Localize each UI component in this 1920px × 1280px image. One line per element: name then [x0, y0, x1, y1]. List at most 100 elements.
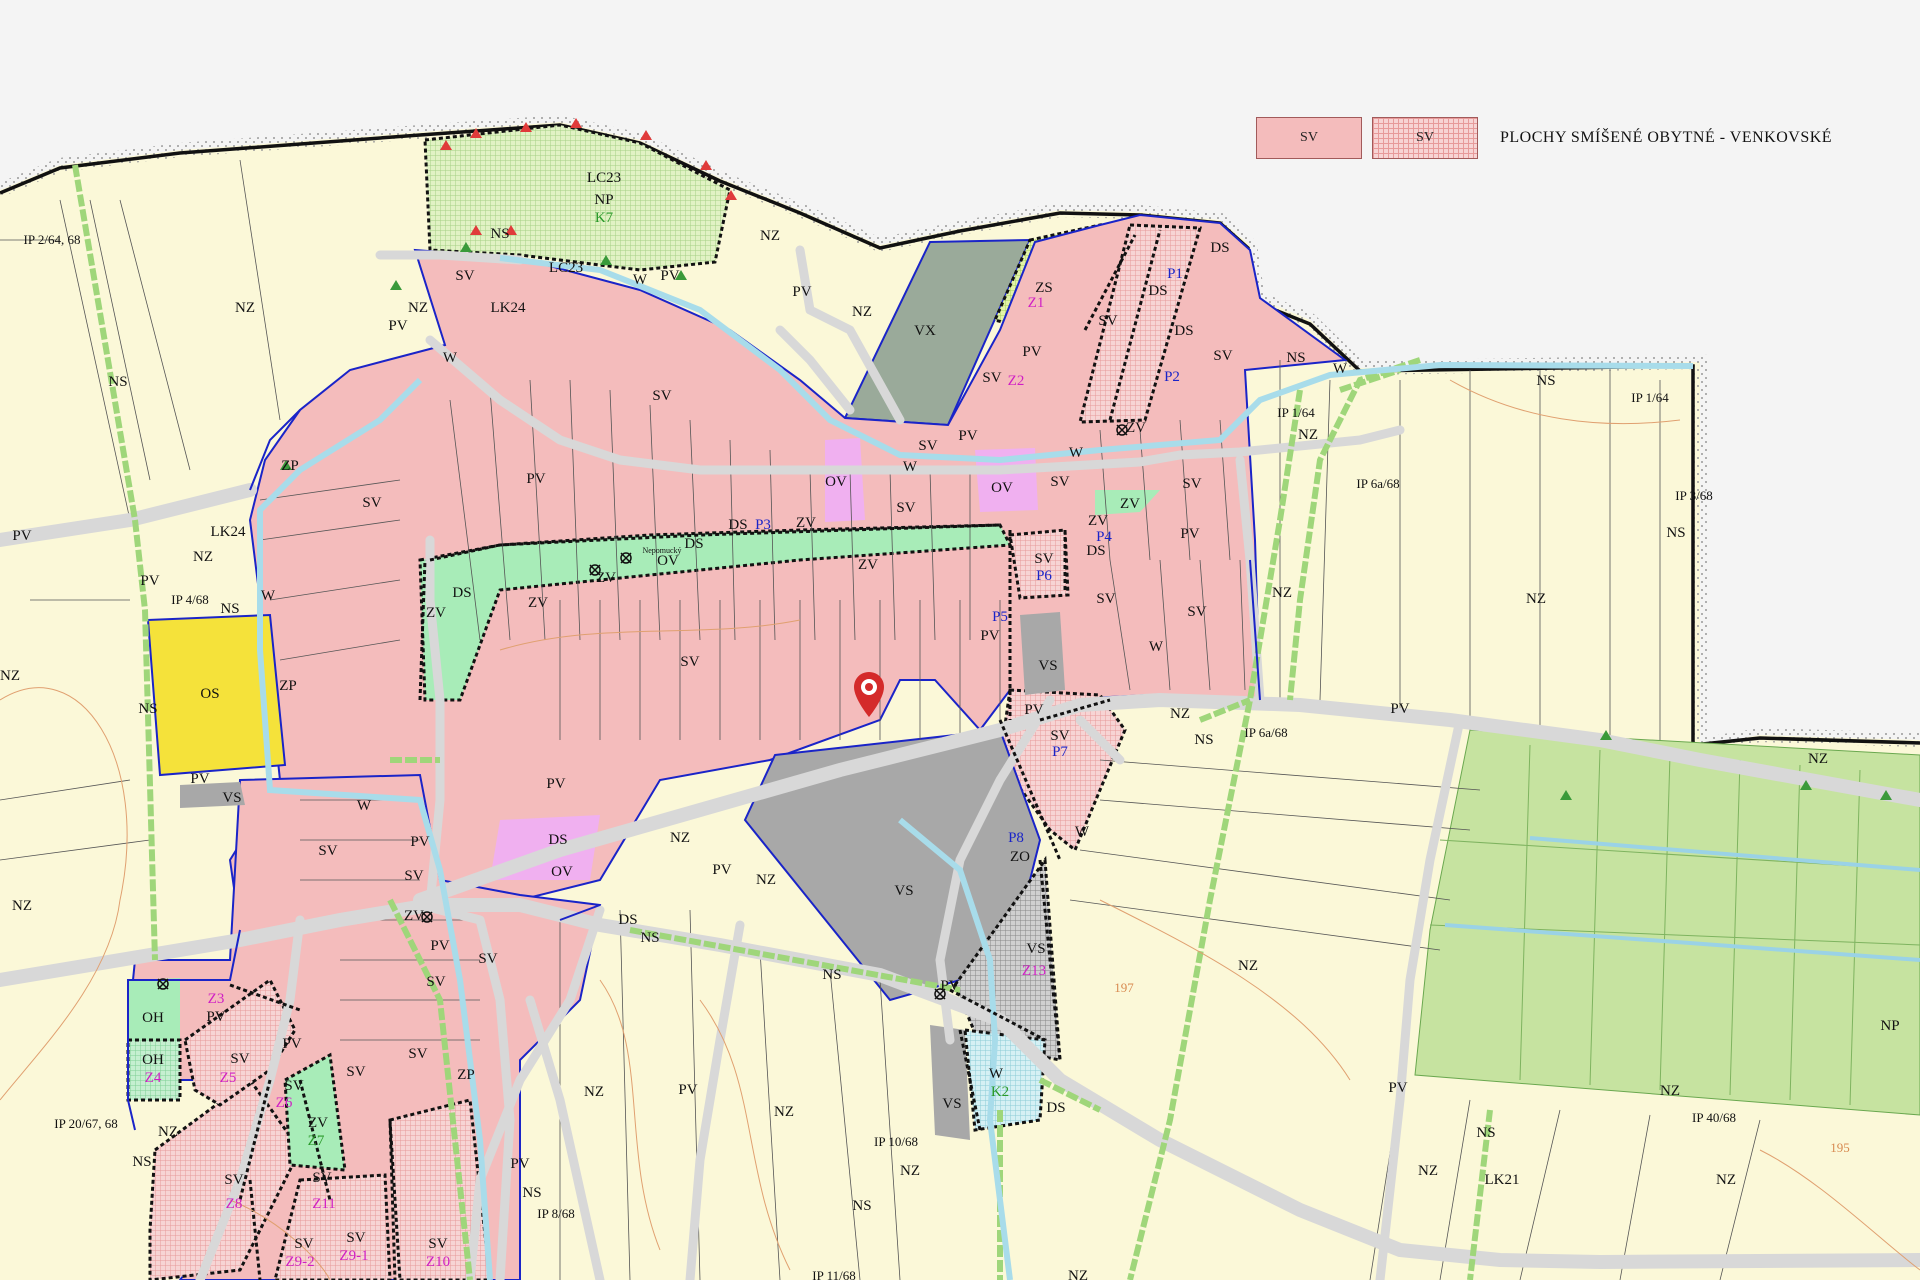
label-zv: ZV [1126, 420, 1146, 436]
label-ov: OV [991, 480, 1013, 496]
label-pv: PV [140, 573, 159, 589]
label-vs: VS [894, 883, 913, 899]
label-pv: PV [1388, 1080, 1407, 1096]
label-nz: NZ [1660, 1083, 1680, 1099]
label-contour-197: 197 [1114, 980, 1134, 995]
label-sv: SV [1182, 476, 1201, 492]
label-nz: NZ [193, 549, 213, 565]
label-zp: ZP [281, 458, 299, 474]
label-nz: NZ [1068, 1268, 1088, 1280]
label-ns: NS [1194, 732, 1213, 748]
label-pv: PV [430, 938, 449, 954]
label-ns: NS [132, 1154, 151, 1170]
label-lk21: LK21 [1485, 1172, 1520, 1188]
label-zp: ZP [279, 678, 297, 694]
label-w: W [989, 1066, 1004, 1082]
label-sv: SV [224, 1172, 243, 1188]
label-zv: ZV [308, 1115, 328, 1131]
label-pv: PV [1390, 701, 1409, 717]
label-ns: NS [522, 1185, 541, 1201]
label-zv: ZV [528, 595, 548, 611]
label-pv: PV [678, 1082, 697, 1098]
label-z7: Z7 [308, 1133, 325, 1149]
label-ov: OV [825, 474, 847, 490]
label-ip-10-68: IP 10/68 [874, 1134, 918, 1149]
label-p3: P3 [755, 517, 771, 533]
label-lk24: LK24 [211, 524, 246, 540]
label-sv: SV [1098, 313, 1117, 329]
map-pin-icon[interactable] [852, 671, 886, 719]
label-nz: NZ [670, 830, 690, 846]
label-ns: NS [1476, 1125, 1495, 1141]
label-ip-6a-68-b: IP 6a/68 [1244, 725, 1287, 740]
label-zo: ZO [1010, 849, 1030, 865]
label-nz: NZ [1170, 706, 1190, 722]
label-vs: VS [1038, 658, 1057, 674]
label-pv: PV [712, 862, 731, 878]
label-vx: VX [914, 323, 936, 339]
label-ds: DS [1174, 323, 1193, 339]
label-ip-3-68: IP 3/68 [1675, 488, 1712, 503]
label-k7: K7 [595, 210, 614, 226]
label-z8: Z8 [226, 1196, 243, 1212]
label-nz: NZ [235, 300, 255, 316]
label-sv: SV [426, 974, 445, 990]
label-z3: Z3 [208, 991, 225, 1007]
label-ds: DS [1046, 1100, 1065, 1116]
label-os: OS [200, 686, 219, 702]
label-ov: OV [657, 553, 679, 569]
label-nz: NZ [1808, 751, 1828, 767]
label-sv: SV [652, 388, 671, 404]
label-pv: PV [1180, 526, 1199, 542]
label-z13: Z13 [1022, 963, 1046, 979]
label-pv: PV [282, 1036, 301, 1052]
label-ip-8-68: IP 8/68 [537, 1206, 574, 1221]
label-nz: NZ [1526, 591, 1546, 607]
label-nz: NZ [756, 872, 776, 888]
label-pv: PV [660, 268, 679, 284]
label-pv: PV [410, 834, 429, 850]
label-pv: PV [980, 628, 999, 644]
label-ip-40-68: IP 40/68 [1692, 1110, 1736, 1125]
legend-swatch-sv-proposed: SV [1372, 117, 1478, 159]
label-ns: NS [220, 601, 239, 617]
label-w: W [903, 459, 918, 475]
label-sv: SV [230, 1051, 249, 1067]
label-sv: SV [1050, 728, 1069, 744]
label-ns: NS [108, 374, 127, 390]
label-ip-6a-68-a: IP 6a/68 [1356, 476, 1399, 491]
label-ds: DS [452, 585, 471, 601]
label-w: W [1149, 639, 1164, 655]
label-sv: SV [408, 1046, 427, 1062]
label-np: NP [1880, 1018, 1899, 1034]
label-sv: SV [428, 1236, 447, 1252]
label-oh: OH [142, 1052, 164, 1068]
label-pv: PV [792, 284, 811, 300]
label-nz: NZ [1418, 1163, 1438, 1179]
label-z2: Z2 [1008, 373, 1025, 389]
label-sv: SV [680, 654, 699, 670]
label-contour-195: 195 [1830, 1140, 1850, 1155]
label-z9-2: Z9-2 [285, 1254, 314, 1270]
label-np: NP [594, 192, 613, 208]
label-z10: Z10 [426, 1254, 450, 1270]
label-ds: DS [1210, 240, 1229, 256]
label-pv: PV [546, 776, 565, 792]
label-sv: SV [1034, 551, 1053, 567]
zoning-map[interactable]: IP 2/64, 68 NZ NS PV NZ LK24 PV IP 4/68 … [0, 0, 1920, 1280]
label-ds: DS [548, 832, 567, 848]
label-vs: VS [1026, 941, 1045, 957]
label-oh: OH [142, 1010, 164, 1026]
label-nz: NZ [0, 668, 20, 684]
label-nz: NZ [12, 898, 32, 914]
label-z11: Z11 [312, 1196, 336, 1212]
label-vs: VS [222, 790, 241, 806]
label-w: W [1069, 445, 1084, 461]
label-pv: PV [12, 528, 31, 544]
label-sv: SV [1050, 474, 1069, 490]
label-w: W [261, 588, 276, 604]
label-vs: VS [942, 1096, 961, 1112]
label-ns: NS [1666, 525, 1685, 541]
label-nz: NZ [584, 1084, 604, 1100]
label-nz: NZ [852, 304, 872, 320]
